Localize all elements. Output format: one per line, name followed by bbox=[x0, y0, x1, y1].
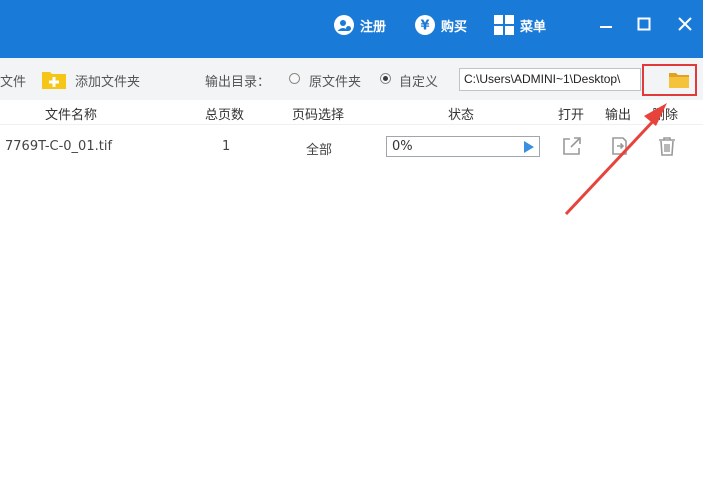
column-open: 打开 bbox=[558, 108, 585, 123]
option-original-folder-label: 原文件夹 bbox=[309, 75, 362, 90]
table-row[interactable]: 7769T-C-0_01.tif 1 全部 0% bbox=[0, 125, 703, 169]
maximize-icon[interactable] bbox=[634, 14, 654, 34]
menu-label: 菜单 bbox=[520, 19, 547, 35]
column-page-select: 页码选择 bbox=[292, 108, 345, 123]
column-delete: 删除 bbox=[652, 108, 679, 123]
option-custom-label: 自定义 bbox=[399, 75, 439, 90]
register-button[interactable]: 注册 bbox=[334, 12, 386, 38]
page-select-value[interactable]: 全部 bbox=[306, 139, 332, 158]
table-header: 文件名称 总页数 页码选择 状态 打开 输出 删除 bbox=[0, 100, 703, 125]
radio-original-folder[interactable] bbox=[289, 73, 300, 84]
column-page-count: 总页数 bbox=[205, 108, 245, 123]
status-percent: 0% bbox=[392, 139, 413, 154]
play-icon[interactable] bbox=[524, 141, 534, 153]
svg-text:¥: ¥ bbox=[420, 19, 429, 34]
open-external-icon[interactable] bbox=[561, 135, 583, 157]
minimize-icon[interactable] bbox=[596, 14, 616, 34]
buy-button[interactable]: ¥ 购买 bbox=[415, 12, 467, 38]
close-icon[interactable] bbox=[675, 14, 695, 34]
user-icon bbox=[334, 15, 354, 35]
radio-custom[interactable] bbox=[380, 73, 391, 84]
export-icon[interactable] bbox=[609, 135, 631, 157]
browse-folder-button[interactable] bbox=[642, 64, 697, 96]
menu-button[interactable]: 菜单 bbox=[494, 12, 546, 38]
output-path-field[interactable]: C:\Users\ADMINI~1\Desktop\ bbox=[459, 68, 641, 91]
column-export: 输出 bbox=[605, 108, 632, 123]
status-progress[interactable]: 0% bbox=[386, 136, 540, 157]
grid-menu-icon bbox=[494, 15, 514, 35]
column-status: 状态 bbox=[448, 108, 475, 123]
output-dir-label: 输出目录： bbox=[205, 75, 271, 90]
buy-label: 购买 bbox=[441, 19, 468, 35]
column-filename: 文件名称 bbox=[45, 108, 98, 123]
add-folder-label[interactable]: 添加文件夹 bbox=[75, 71, 140, 90]
folder-icon bbox=[669, 73, 689, 88]
title-bar: 注册 ¥ 购买 菜单 bbox=[0, 0, 703, 58]
trash-icon[interactable] bbox=[656, 135, 678, 157]
page-count: 1 bbox=[222, 139, 231, 154]
yen-icon: ¥ bbox=[415, 15, 435, 35]
add-folder-icon[interactable] bbox=[42, 69, 66, 89]
file-name: 7769T-C-0_01.tif bbox=[5, 139, 113, 154]
register-label: 注册 bbox=[360, 19, 387, 35]
add-file-button-partial[interactable]: 文件 bbox=[0, 71, 26, 90]
